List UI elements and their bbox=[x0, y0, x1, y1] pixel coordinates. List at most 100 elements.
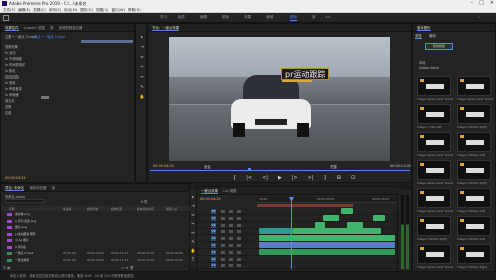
maximize-icon[interactable]: □ bbox=[479, 0, 484, 7]
tab-graphics[interactable]: 图形 bbox=[290, 15, 298, 21]
lock-icon[interactable] bbox=[221, 237, 225, 241]
timeline-clip[interactable] bbox=[323, 214, 339, 221]
timeline-clip[interactable] bbox=[259, 248, 395, 255]
color-swatch[interactable] bbox=[5, 76, 19, 79]
lock-icon[interactable] bbox=[221, 264, 225, 268]
menu-item-5[interactable]: 图形(G) bbox=[80, 8, 93, 12]
lock-icon[interactable] bbox=[221, 244, 225, 247]
track-target-button[interactable]: V6 bbox=[211, 209, 216, 214]
tab-browse[interactable]: 浏览 bbox=[415, 34, 422, 39]
list-view-icon[interactable]: ☰ bbox=[3, 266, 6, 270]
effect-row[interactable]: fx 音量 bbox=[5, 80, 15, 85]
work-area-bar[interactable] bbox=[257, 204, 353, 207]
sync-icon[interactable] bbox=[229, 264, 233, 268]
lock-icon[interactable] bbox=[221, 250, 225, 254]
timeline-clip[interactable] bbox=[293, 228, 381, 235]
eye-icon[interactable] bbox=[237, 257, 241, 261]
lock-icon[interactable] bbox=[221, 216, 225, 220]
sync-icon[interactable] bbox=[229, 210, 233, 213]
column-media-end[interactable]: 媒体结束 bbox=[111, 207, 122, 211]
eye-icon[interactable] bbox=[237, 237, 241, 241]
tab-more[interactable]: >> bbox=[325, 15, 331, 19]
slip-tool-icon[interactable]: ↔ bbox=[139, 74, 145, 80]
sync-icon[interactable] bbox=[229, 244, 233, 247]
text-swatch[interactable] bbox=[41, 96, 49, 99]
track-target-button[interactable]: V4 bbox=[211, 222, 216, 228]
effect-row[interactable]: fx 运动 bbox=[5, 50, 15, 55]
timeline-clip[interactable] bbox=[373, 214, 385, 221]
timeline-clip[interactable] bbox=[259, 228, 293, 235]
lock-icon[interactable] bbox=[221, 257, 225, 261]
sequence-clip-label[interactable]: 一键点 * 一键点 0.mp4 bbox=[31, 34, 65, 39]
tab-sequence-main[interactable]: 一键点效果 bbox=[201, 189, 218, 194]
template-thumbnail[interactable] bbox=[457, 216, 491, 236]
tab-audio[interactable]: 音频 bbox=[266, 15, 273, 20]
project-item-name[interactable]: 一键点 0.mp4 bbox=[15, 251, 33, 255]
lock-icon[interactable] bbox=[221, 210, 225, 213]
resolution-dropdown[interactable]: 完整 bbox=[330, 164, 337, 169]
razor-tool-icon[interactable]: ✂ bbox=[139, 64, 145, 70]
effect-row[interactable]: 源文本 bbox=[5, 98, 15, 103]
close-icon[interactable]: × bbox=[490, 0, 494, 7]
template-thumbnail[interactable] bbox=[457, 104, 491, 124]
menu-item-1[interactable]: 编辑(E) bbox=[18, 8, 30, 12]
effect-row[interactable]: fx 声道音量 bbox=[5, 86, 22, 91]
motion-tracking-text-overlay[interactable]: pr运动跟踪 bbox=[281, 68, 330, 82]
track-target-button[interactable]: A3 bbox=[211, 263, 216, 269]
menu-item-0[interactable]: 文件(F) bbox=[3, 8, 15, 12]
template-thumbnail[interactable] bbox=[417, 160, 451, 180]
eye-icon[interactable] bbox=[237, 216, 241, 220]
timeline-clip[interactable] bbox=[315, 221, 325, 228]
tab-effect-controls[interactable]: 效果控件 bbox=[5, 26, 19, 31]
track-target-button[interactable]: V1 bbox=[211, 243, 216, 248]
effect-row[interactable]: fx 时间重映射 bbox=[5, 62, 25, 67]
eye-icon[interactable] bbox=[237, 223, 241, 227]
sync-icon[interactable] bbox=[229, 257, 233, 261]
eye-icon[interactable] bbox=[237, 264, 241, 268]
column-media-start[interactable]: 媒体开始 bbox=[87, 207, 98, 211]
effect-row[interactable]: 位置 bbox=[5, 110, 11, 115]
project-search-input[interactable] bbox=[5, 199, 45, 203]
timeline-timecode[interactable]: 00:00:04:24 bbox=[200, 197, 221, 201]
menu-item-7[interactable]: 窗口(W) bbox=[111, 8, 125, 12]
eye-icon[interactable] bbox=[237, 250, 241, 254]
template-thumbnail[interactable] bbox=[457, 76, 491, 96]
effect-controls-timecode[interactable]: 00:00:04:24 bbox=[5, 176, 26, 180]
playhead-marker[interactable] bbox=[248, 168, 251, 171]
search-icon[interactable]: ⌕ bbox=[478, 15, 480, 19]
sync-icon[interactable] bbox=[229, 230, 233, 234]
template-thumbnail[interactable] bbox=[417, 188, 451, 208]
tab-libraries-panel[interactable]: 库 bbox=[52, 186, 55, 190]
template-thumbnail[interactable] bbox=[417, 104, 451, 124]
local-templates-checkbox[interactable]: 本地 bbox=[419, 60, 425, 65]
timeline-clip[interactable] bbox=[341, 208, 353, 214]
tab-sequence-lut[interactable]: Lut 调整 bbox=[223, 189, 236, 193]
tab-program[interactable]: 节目：一键点效果 bbox=[152, 26, 180, 31]
step-back-button[interactable]: <| bbox=[262, 175, 268, 181]
tab-lumetri-scopes[interactable]: Lumetri 范围 bbox=[24, 26, 45, 30]
project-item-name[interactable]: 一键点效果 bbox=[15, 258, 29, 262]
project-item-name[interactable]: A 序列名 bbox=[15, 245, 26, 249]
template-thumbnail[interactable] bbox=[457, 132, 491, 152]
track-target-button[interactable]: V2 bbox=[211, 236, 216, 242]
home-icon[interactable] bbox=[3, 15, 9, 21]
track-target-button[interactable]: A1 bbox=[211, 249, 216, 255]
my-templates-button[interactable]: 我的模板 bbox=[425, 43, 453, 50]
template-thumbnail[interactable] bbox=[457, 188, 491, 208]
selection-tool-icon[interactable]: ▸ bbox=[139, 34, 145, 40]
icon-view-icon[interactable]: ▦ bbox=[7, 266, 10, 270]
sync-icon[interactable] bbox=[229, 216, 233, 220]
go-to-in-button[interactable]: |< bbox=[246, 175, 252, 181]
eye-icon[interactable] bbox=[237, 244, 241, 247]
template-thumbnail[interactable] bbox=[457, 160, 491, 180]
timeline-clip[interactable] bbox=[259, 242, 395, 248]
effect-row[interactable]: 变换 bbox=[5, 104, 11, 109]
track-target-button[interactable]: V5 bbox=[211, 215, 216, 221]
effect-row[interactable]: fx 颜色 bbox=[5, 68, 15, 73]
tab-assembly[interactable]: 组件 bbox=[178, 15, 185, 20]
eye-icon[interactable] bbox=[237, 210, 241, 213]
go-to-out-button[interactable]: >| bbox=[308, 175, 314, 181]
eye-icon[interactable] bbox=[237, 230, 241, 234]
hand-tool-icon[interactable]: ✋ bbox=[139, 94, 145, 100]
track-select-tool-icon[interactable]: ⇥ bbox=[139, 44, 145, 50]
